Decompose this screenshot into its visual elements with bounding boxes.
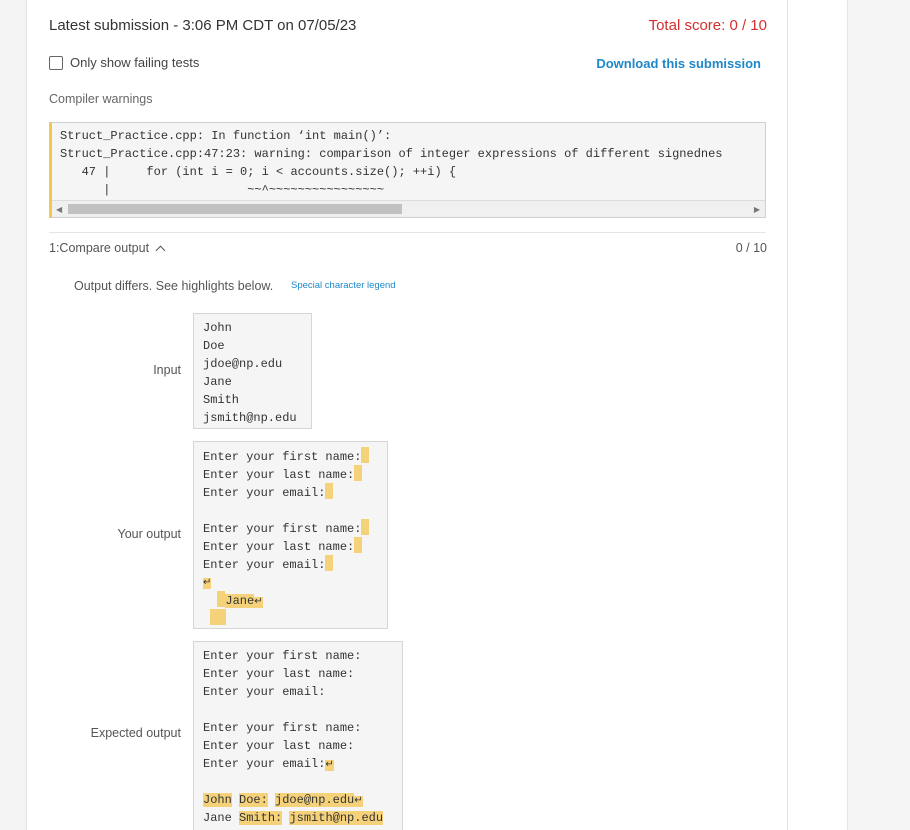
scroll-right-arrow-icon[interactable]: ▶ — [754, 205, 760, 214]
test-case-score: 0 / 10 — [735, 241, 767, 255]
output-line: Enter your last name: — [203, 739, 355, 753]
your-output-box: Enter your first name: Enter your last na… — [193, 441, 388, 629]
special-character-legend-link[interactable]: Special character legend — [291, 280, 396, 291]
left-gutter — [0, 0, 26, 830]
space-highlight — [354, 465, 363, 481]
newline-highlight-icon: ↵ — [203, 578, 212, 589]
space-highlight — [361, 447, 370, 463]
only-failing-checkbox[interactable] — [49, 55, 63, 70]
expected-email-text: jdoe@np.edu — [275, 793, 355, 807]
output-line: Enter your first name: — [203, 649, 362, 663]
output-line: Jane Smith: jsmith@np.edu — [203, 809, 402, 827]
prompt-last-text: Enter your last name: — [203, 468, 355, 482]
warning-line: Struct_Practice.cpp: In function ‘int ma… — [60, 129, 392, 143]
expected-name-text: Smith: — [239, 811, 283, 825]
chevron-up-icon[interactable] — [155, 245, 166, 255]
output-line: Enter your email: — [203, 555, 387, 573]
expected-name-text: Jane — [203, 811, 232, 825]
output-line: Jane↵ — [203, 591, 387, 609]
space-highlight — [325, 555, 334, 571]
far-right-panel — [847, 0, 910, 830]
submission-card: Latest submission - 3:06 PM CDT on 07/05… — [26, 0, 788, 830]
input-line: jdoe@np.edu — [203, 357, 283, 371]
output-line: Enter your last name: — [203, 537, 387, 555]
output-line: Enter your email:↵ — [203, 755, 402, 773]
newline-highlight-icon: ↵ — [325, 760, 334, 771]
output-line — [203, 609, 387, 627]
space-highlight — [210, 609, 227, 625]
warning-line: | ~~^~~~~~~~~~~~~~~~~ — [60, 183, 385, 197]
input-line: Smith — [203, 393, 240, 407]
newline-highlight-icon: ↵ — [254, 597, 263, 608]
space-highlight — [354, 537, 363, 553]
total-score: Total score: 0 / 10 — [648, 17, 767, 34]
scroll-left-arrow-icon[interactable]: ◀ — [56, 205, 62, 214]
output-line: Enter your last name: — [203, 667, 355, 681]
warning-line: Struct_Practice.cpp:47:23: warning: comp… — [60, 147, 723, 161]
expected-email-text: jsmith@np.edu — [289, 811, 384, 825]
output-line: Enter your email: — [203, 685, 326, 699]
newline-highlight-icon: ↵ — [354, 796, 363, 807]
compiler-warnings-box[interactable]: Struct_Practice.cpp: In function ‘int ma… — [49, 122, 766, 218]
output-line: Enter your last name: — [203, 465, 387, 483]
output-differs-message: Output differs. See highlights below. — [74, 279, 274, 293]
test-case-title[interactable]: 1:Compare output — [49, 241, 149, 255]
input-box: John Doe jdoe@np.edu Jane Smith jsmith@np.edu — [193, 313, 312, 429]
input-line: Jane — [203, 375, 232, 389]
space-highlight — [361, 519, 370, 535]
expected-output-label: Expected output — [90, 726, 181, 740]
scrollbar-thumb[interactable] — [68, 204, 402, 214]
output-line: ↵ — [203, 573, 387, 591]
right-panel — [787, 0, 847, 830]
warning-line: 47 | for (int i = 0; i < accounts.size()… — [60, 165, 457, 179]
prompt-email-text: Enter your email: — [203, 757, 326, 771]
output-line: Enter your first name: — [203, 721, 362, 735]
output-line: John Doe: jdoe@np.edu↵ — [203, 791, 402, 809]
only-failing-label[interactable]: Only show failing tests — [70, 55, 199, 70]
prompt-last-text: Enter your last name: — [203, 540, 355, 554]
expected-name-text: John — [203, 793, 232, 807]
input-line: John — [203, 321, 232, 335]
prompt-email-text: Enter your email: — [203, 558, 326, 572]
prompt-first-text: Enter your first name: — [203, 450, 362, 464]
output-line: Enter your first name: — [203, 519, 387, 537]
your-output-label: Your output — [117, 527, 181, 541]
horizontal-scrollbar[interactable]: ◀ ▶ — [52, 200, 765, 217]
name-line-text: Jane — [225, 594, 255, 608]
latest-submission-text: Latest submission - 3:06 PM CDT on 07/05… — [49, 17, 357, 34]
output-line: Enter your first name: — [203, 447, 387, 465]
space-highlight — [325, 483, 334, 499]
section-divider — [49, 232, 766, 233]
only-failing-filter[interactable]: Only show failing tests — [49, 55, 199, 70]
input-label: Input — [153, 363, 181, 377]
prompt-first-text: Enter your first name: — [203, 522, 362, 536]
app-frame: Latest submission - 3:06 PM CDT on 07/05… — [0, 0, 910, 830]
prompt-email-text: Enter your email: — [203, 486, 326, 500]
expected-output-box: Enter your first name: Enter your last na… — [193, 641, 403, 830]
input-line: Doe — [203, 339, 225, 353]
test-case-header[interactable]: 1:Compare output — [49, 241, 166, 255]
compiler-warnings-text: Struct_Practice.cpp: In function ‘int ma… — [52, 123, 765, 199]
download-submission-link[interactable]: Download this submission — [596, 56, 761, 71]
input-line: jsmith@np.edu — [203, 411, 297, 425]
compiler-warnings-label: Compiler warnings — [49, 92, 153, 106]
expected-name-text: Doe: — [239, 793, 268, 807]
output-line: Enter your email: — [203, 483, 387, 501]
